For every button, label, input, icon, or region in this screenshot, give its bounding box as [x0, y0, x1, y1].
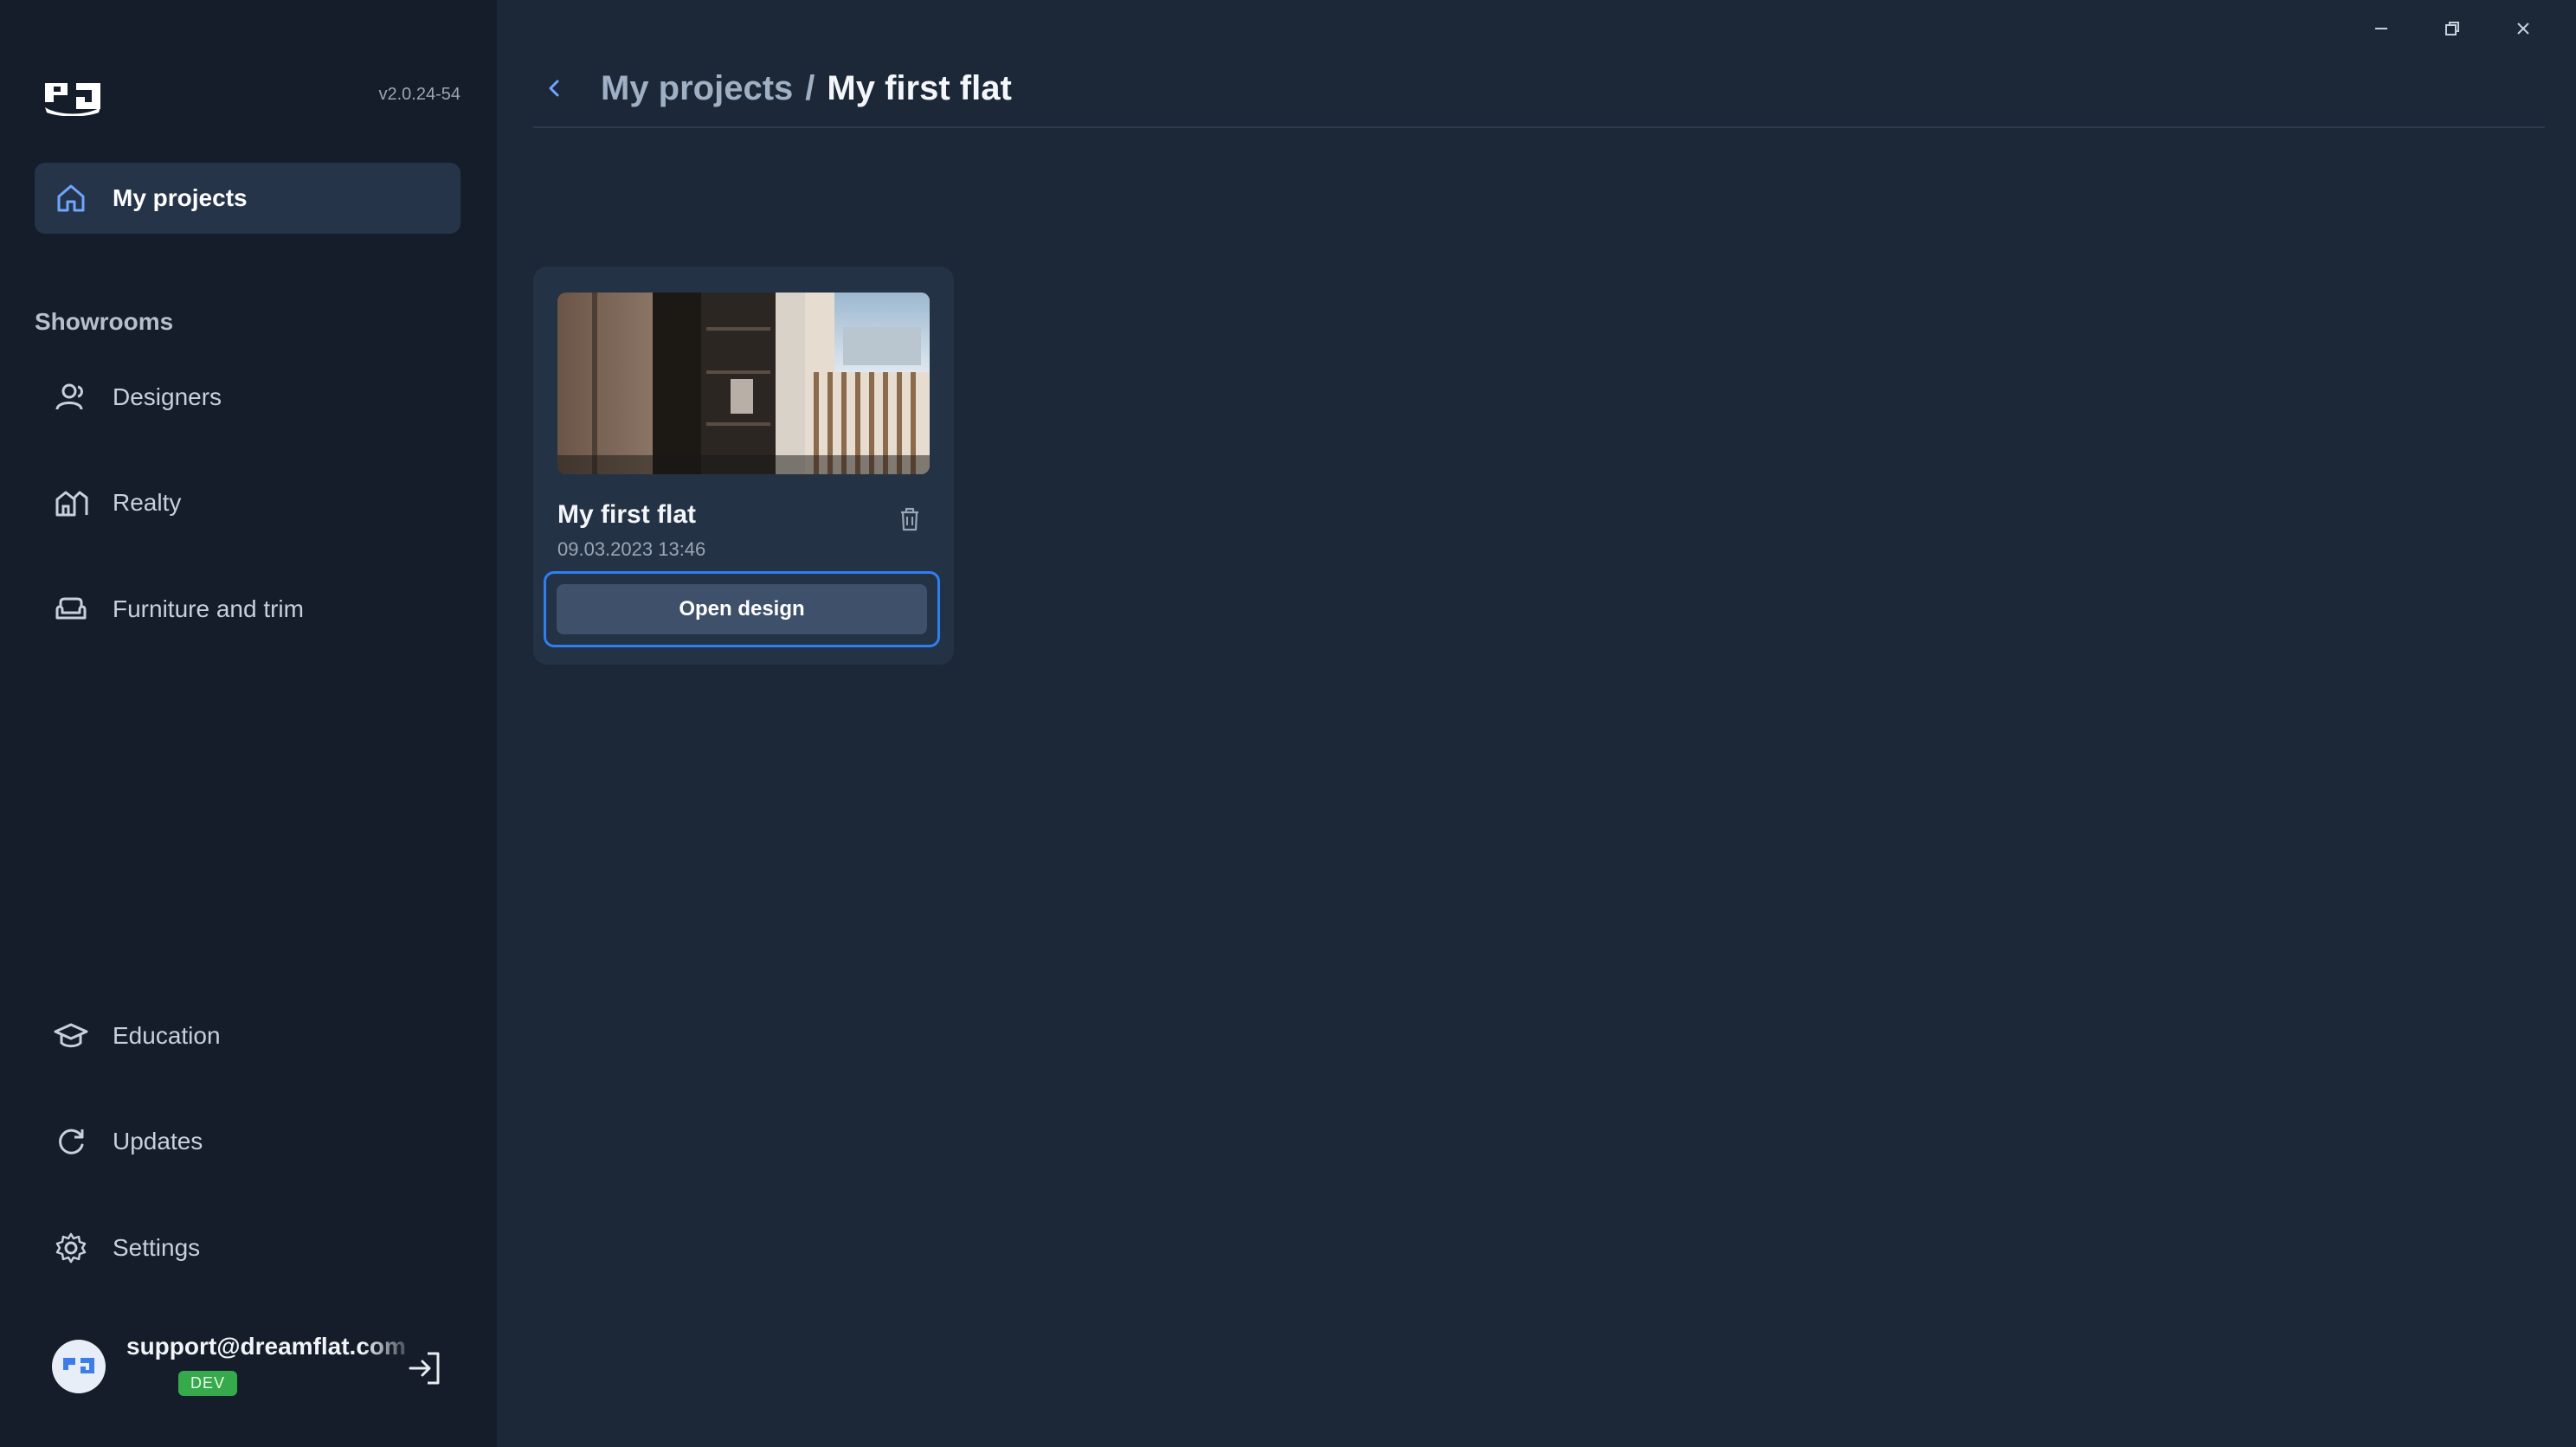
breadcrumb-separator: / — [805, 68, 815, 107]
project-card: My first flat 09.03.2023 13:46 Open desi… — [533, 267, 954, 665]
avatar[interactable] — [52, 1340, 106, 1393]
project-thumbnail[interactable] — [557, 293, 930, 474]
showrooms-section-title: Showrooms — [35, 308, 174, 335]
sidebar-item-designers[interactable]: Designers — [35, 362, 460, 433]
breadcrumb-parent-link[interactable]: My projects — [601, 69, 793, 108]
gear-icon — [52, 1229, 90, 1267]
sidebar-item-label: Education — [113, 1022, 221, 1049]
open-design-focus-ring: Open design — [544, 571, 940, 647]
logout-icon[interactable] — [405, 1348, 445, 1388]
sidebar-item-label: Designers — [113, 383, 222, 410]
minimize-icon — [2375, 28, 2387, 29]
restore-icon — [2445, 22, 2459, 35]
sidebar-item-label: Furniture and trim — [113, 595, 304, 622]
trash-icon[interactable] — [897, 505, 923, 533]
open-design-button[interactable]: Open design — [557, 584, 927, 634]
project-date: 09.03.2023 13:46 — [557, 538, 706, 560]
sidebar-item-furniture-and-trim[interactable]: Furniture and trim — [35, 574, 460, 645]
app-version: v2.0.24-54 — [378, 85, 460, 104]
back-button[interactable] — [537, 71, 571, 106]
sidebar: v2.0.24-54 My projects Showrooms Designe… — [0, 0, 497, 1447]
breadcrumb: My projects / My first flat — [537, 62, 1012, 114]
users-icon — [52, 378, 90, 416]
refresh-icon — [52, 1122, 90, 1161]
close-icon — [2517, 23, 2529, 35]
sidebar-item-settings[interactable]: Settings — [35, 1212, 460, 1283]
buildings-icon — [52, 484, 90, 522]
sidebar-item-updates[interactable]: Updates — [35, 1106, 460, 1177]
graduation-cap-icon — [52, 1017, 90, 1055]
chevron-left-icon — [549, 80, 559, 97]
sidebar-item-label: Settings — [113, 1234, 201, 1261]
sidebar-item-label: Realty — [113, 489, 182, 516]
project-title: My first flat — [557, 500, 697, 529]
home-icon — [52, 179, 90, 217]
sidebar-item-label: My projects — [113, 184, 248, 211]
user-email: support@dreamflat.com — [126, 1333, 406, 1360]
dreamflat-logo — [42, 78, 104, 117]
user-profile: support@dreamflat.com DEV — [52, 1333, 467, 1411]
environment-badge: DEV — [178, 1371, 238, 1396]
sidebar-item-label: Updates — [113, 1128, 203, 1154]
window-controls — [2346, 12, 2559, 45]
minimize-button[interactable] — [2346, 12, 2417, 45]
sidebar-item-realty[interactable]: Realty — [35, 467, 460, 538]
sidebar-item-education[interactable]: Education — [35, 1000, 460, 1071]
sidebar-item-my-projects[interactable]: My projects — [35, 163, 460, 234]
header-divider — [533, 126, 2545, 128]
restore-button[interactable] — [2417, 12, 2488, 45]
sofa-icon — [52, 590, 90, 628]
page-title: My first flat — [827, 68, 1012, 107]
close-button[interactable] — [2488, 12, 2559, 45]
